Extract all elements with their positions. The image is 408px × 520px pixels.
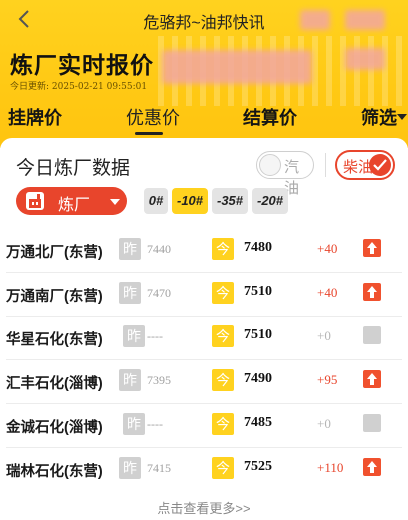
factory-select-label: 炼厂 (58, 197, 91, 214)
tab-filter[interactable]: 筛选 (361, 104, 397, 130)
no-change-icon (363, 326, 381, 344)
price-change: +0 (317, 416, 331, 431)
caret-down-icon (397, 114, 407, 120)
load-more-link[interactable]: 点击查看更多>> (0, 498, 408, 517)
table-row[interactable]: 万通南厂(东营) 昨 7470 今 7510 +40 (0, 273, 408, 317)
today-badge: 今 (212, 282, 234, 304)
price-change: +40 (317, 285, 338, 300)
today-price: 7510 (244, 284, 272, 299)
grade-0[interactable]: 0# (144, 188, 168, 214)
table-row[interactable]: 金诚石化(淄博) 昨 ---- 今 7485 +0 (0, 404, 408, 448)
update-time: 今日更新: 2025-02-21 09:55:01 (10, 82, 148, 92)
arrow-up-icon (363, 283, 381, 301)
tab-discount-price[interactable]: 优惠价 (126, 104, 180, 130)
yesterday-badge: 昨 (119, 238, 141, 260)
yesterday-price: 7415 (147, 461, 171, 475)
today-price: 7525 (244, 459, 272, 474)
arrow-up-icon (363, 239, 381, 257)
refinery-name: 汇丰石化(淄博) (6, 376, 103, 392)
price-change: +0 (317, 328, 331, 343)
table-row[interactable]: 汇丰石化(淄博) 昨 7395 今 7490 +95 (0, 360, 408, 404)
price-change: +95 (317, 372, 338, 387)
check-icon (369, 154, 391, 176)
caret-down-icon (110, 199, 120, 205)
price-change: +110 (317, 460, 344, 475)
yesterday-price: ---- (147, 417, 163, 431)
today-badge: 今 (212, 457, 234, 479)
refinery-name: 瑞林石化(东营) (6, 464, 103, 480)
diesel-toggle[interactable]: 柴油 (335, 150, 395, 180)
blurred-avatar (345, 10, 385, 30)
refinery-name: 万通南厂(东营) (6, 289, 103, 305)
today-price: 7485 (244, 415, 272, 430)
active-tab-indicator (135, 132, 163, 135)
table-row[interactable]: 华星石化(东营) 昨 ---- 今 7510 +0 (0, 316, 408, 360)
no-change-icon (363, 414, 381, 432)
gasoline-toggle-label: 汽油 (284, 159, 300, 197)
factory-icon (26, 192, 44, 210)
today-badge: 今 (212, 413, 234, 435)
blurred-banner-text (345, 48, 385, 70)
blurred-banner-text (162, 50, 312, 84)
header-banner: 危骆邦~油邦快讯 炼厂实时报价 今日更新: 2025-02-21 09:55:0… (0, 0, 408, 148)
grade-minus-35[interactable]: -35# (212, 188, 248, 214)
today-badge: 今 (212, 238, 234, 260)
price-change: +40 (317, 241, 338, 256)
today-price: 7490 (244, 371, 272, 386)
yesterday-price: 7440 (147, 242, 171, 256)
today-price: 7510 (244, 327, 272, 342)
arrow-up-icon (363, 458, 381, 476)
refinery-name: 华星石化(东营) (6, 332, 103, 348)
divider (325, 153, 326, 177)
page-title: 炼厂实时报价 (10, 52, 154, 78)
yesterday-price: ---- (147, 329, 163, 343)
toggle-knob (259, 154, 281, 176)
yesterday-badge: 昨 (123, 325, 145, 347)
today-badge: 今 (212, 325, 234, 347)
grade-minus-20[interactable]: -20# (252, 188, 288, 214)
price-tabs: 挂牌价 优惠价 结算价 筛选 (0, 100, 408, 136)
refinery-name: 金诚石化(淄博) (6, 420, 103, 436)
tab-listed-price[interactable]: 挂牌价 (8, 104, 62, 130)
arrow-up-icon (363, 370, 381, 388)
yesterday-badge: 昨 (119, 457, 141, 479)
today-price: 7480 (244, 240, 272, 255)
yesterday-price: 7395 (147, 373, 171, 387)
table-row[interactable]: 瑞林石化(东营) 昨 7415 今 7525 +110 (0, 448, 408, 492)
panel-title: 今日炼厂数据 (16, 158, 131, 179)
blurred-avatar (300, 10, 330, 30)
yesterday-price: 7470 (147, 286, 171, 300)
yesterday-badge: 昨 (119, 369, 141, 391)
tab-settlement-price[interactable]: 结算价 (243, 104, 297, 130)
yesterday-badge: 昨 (123, 413, 145, 435)
factory-select-button[interactable]: 炼厂 (16, 187, 127, 215)
yesterday-badge: 昨 (119, 282, 141, 304)
table-row[interactable]: 万通北厂(东营) 昨 7440 今 7480 +40 (0, 229, 408, 273)
grade-minus-10[interactable]: -10# (172, 188, 208, 214)
gasoline-toggle[interactable]: 汽油 (256, 151, 314, 197)
today-badge: 今 (212, 369, 234, 391)
refinery-name: 万通北厂(东营) (6, 245, 103, 261)
